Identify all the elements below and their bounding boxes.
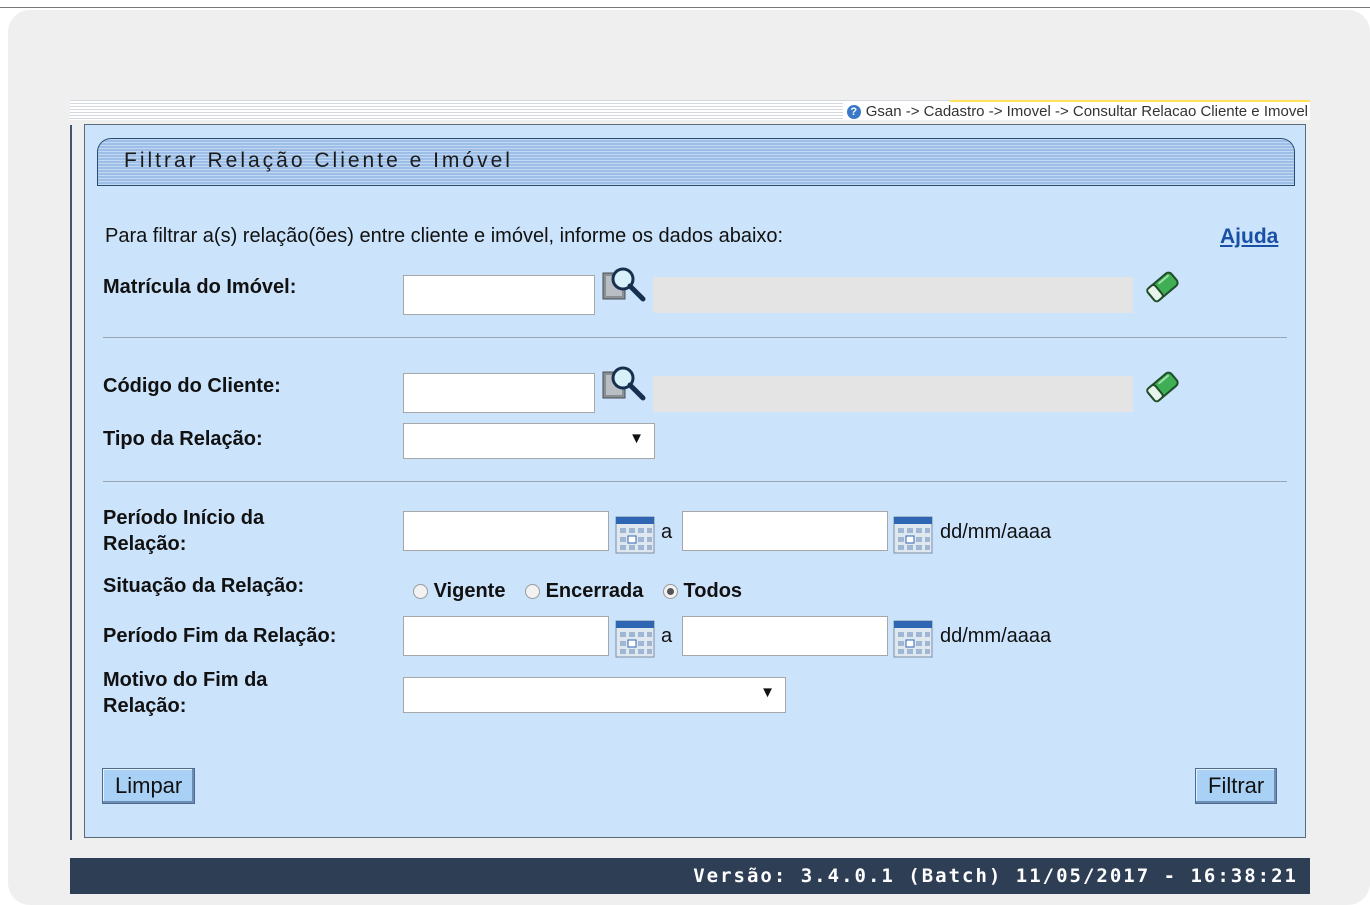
motivo-fim-label: Motivo do Fim da Relação: xyxy=(103,669,268,717)
radio-vigente-label: Vigente xyxy=(433,580,506,602)
periodo-fim-ate-input[interactable] xyxy=(682,616,888,656)
breadcrumb-text: Gsan -> Cadastro -> Imovel -> Consultar … xyxy=(865,103,1308,120)
chevron-down-icon: ▼ xyxy=(760,684,775,701)
header-stripes: ? Gsan -> Cadastro -> Imovel -> Consulta… xyxy=(70,100,1310,120)
periodo-inicio-date-format: dd/mm/aaaa xyxy=(940,521,1052,543)
calendar-icon[interactable] xyxy=(893,620,933,658)
help-link[interactable]: Ajuda xyxy=(1220,225,1278,249)
periodo-inicio-connector: a xyxy=(661,521,673,543)
motivo-fim-select[interactable]: ▼ xyxy=(403,677,786,713)
eraser-icon[interactable] xyxy=(1141,265,1183,307)
situacao-label: Situação da Relação: xyxy=(103,575,305,597)
help-circle-icon[interactable]: ? xyxy=(846,104,861,119)
title-tab: Filtrar Relação Cliente e Imóvel xyxy=(97,138,1295,186)
title-divider xyxy=(97,185,1295,186)
radio-todos-label: Todos xyxy=(683,580,743,602)
radio-todos[interactable] xyxy=(662,584,678,600)
limpar-button[interactable]: Limpar xyxy=(102,768,196,804)
chevron-down-icon: ▼ xyxy=(629,430,644,447)
codigo-cliente-input[interactable] xyxy=(403,373,595,413)
magnifier-search-icon[interactable] xyxy=(601,265,649,305)
header-accent-line xyxy=(950,100,1310,102)
matricula-input[interactable] xyxy=(403,275,595,315)
radio-vigente[interactable] xyxy=(413,584,428,600)
calendar-icon[interactable] xyxy=(893,516,933,554)
tipo-relacao-select[interactable]: ▼ xyxy=(403,423,655,459)
periodo-fim-connector: a xyxy=(661,625,673,647)
eraser-icon[interactable] xyxy=(1141,365,1183,407)
periodo-inicio-de-input[interactable] xyxy=(403,511,609,551)
filtrar-button[interactable]: Filtrar xyxy=(1195,768,1278,804)
calendar-icon[interactable] xyxy=(615,620,655,658)
window-top-border xyxy=(0,0,1370,8)
situacao-radio-group: Vigente Encerrada Todos xyxy=(413,578,742,604)
periodo-inicio-label: Período Início da Relação: xyxy=(103,507,265,555)
tipo-relacao-label: Tipo da Relação: xyxy=(103,428,263,450)
calendar-icon[interactable] xyxy=(615,516,655,554)
version-footer: Versão: 3.4.0.1 (Batch) 11/05/2017 - 16:… xyxy=(70,858,1310,894)
matricula-label: Matrícula do Imóvel: xyxy=(103,276,297,298)
section-divider-1 xyxy=(103,337,1287,338)
intro-text: Para filtrar a(s) relação(ões) entre cli… xyxy=(105,225,784,247)
filter-panel: Filtrar Relação Cliente e Imóvel Para fi… xyxy=(84,124,1306,838)
left-border-bar xyxy=(70,125,72,840)
codigo-cliente-label: Código do Cliente: xyxy=(103,375,281,397)
periodo-fim-de-input[interactable] xyxy=(403,616,609,656)
radio-encerrada-label: Encerrada xyxy=(545,580,644,602)
periodo-fim-date-format: dd/mm/aaaa xyxy=(940,625,1052,647)
section-divider-2 xyxy=(103,481,1287,482)
periodo-inicio-ate-input[interactable] xyxy=(682,511,888,551)
codigo-cliente-description xyxy=(653,376,1133,412)
page-title: Filtrar Relação Cliente e Imóvel xyxy=(124,149,513,172)
magnifier-search-icon[interactable] xyxy=(601,364,649,404)
periodo-fim-label: Período Fim da Relação: xyxy=(103,625,337,647)
breadcrumb: ? Gsan -> Cadastro -> Imovel -> Consulta… xyxy=(842,103,1310,120)
matricula-description xyxy=(653,277,1133,313)
radio-encerrada[interactable] xyxy=(525,584,540,600)
